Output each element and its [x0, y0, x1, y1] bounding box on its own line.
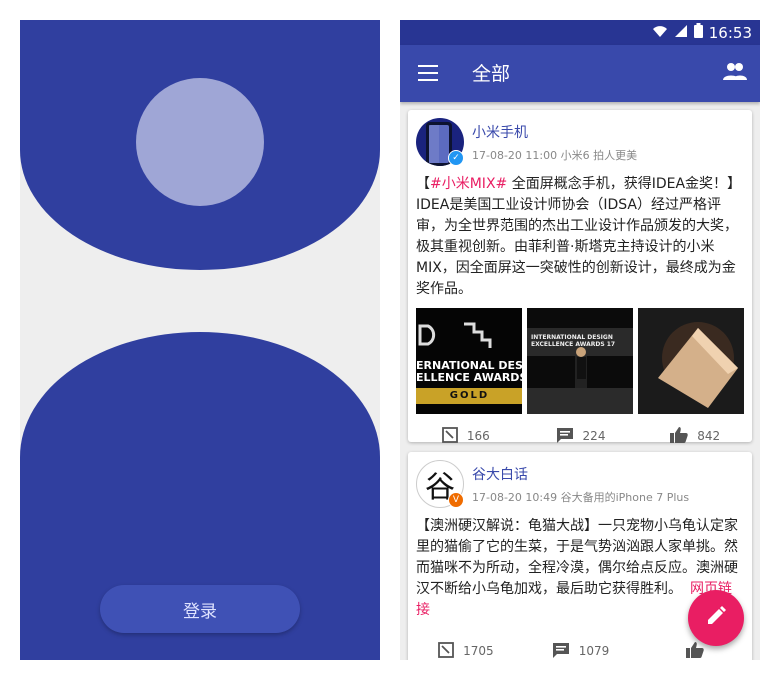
post-header: 谷 V 谷大白话 17-08-20 10:49 谷大备用的iPhone 7 Pl… [408, 452, 752, 516]
post-meta: 17-08-20 10:49 谷大备用的iPhone 7 Plus [472, 491, 690, 504]
login-button[interactable]: 登录 [100, 585, 300, 633]
comment-icon [551, 641, 571, 661]
image-caption-line: ELLENCE AWARDS [416, 371, 522, 384]
hashtag-link[interactable]: #小米MIX# [430, 176, 507, 192]
like-count: 842 [697, 429, 721, 443]
feed-screen: 16:53 全部 ✓ 小米手机 17-08-20 11:00 小米6 拍人更美 … [400, 20, 760, 660]
post-images: ERNATIONAL DES ELLENCE AWARDS GOLD INTER… [408, 300, 752, 414]
comment-count: 1079 [578, 644, 610, 658]
post-header: ✓ 小米手机 17-08-20 11:00 小米6 拍人更美 [408, 110, 752, 174]
repost-count: 166 [466, 429, 490, 443]
menu-icon[interactable] [418, 65, 438, 81]
verified-icon: V [448, 492, 464, 508]
wifi-icon [652, 24, 668, 42]
like-button[interactable]: 842 [637, 426, 752, 447]
compose-button[interactable] [688, 590, 744, 646]
comment-count: 224 [582, 429, 606, 443]
author-name[interactable]: 小米手机 [472, 122, 528, 142]
comment-button[interactable]: 224 [523, 426, 638, 447]
post-image[interactable]: INTERNATIONAL DESIGN EXCELLENCE AWARDS 1… [527, 308, 633, 414]
app-bar: 全部 [400, 45, 760, 102]
post-meta: 17-08-20 11:00 小米6 拍人更美 [472, 149, 638, 162]
comment-icon [555, 426, 575, 447]
repost-button[interactable]: 1705 [408, 641, 523, 661]
repost-count: 1705 [463, 644, 494, 658]
author-name[interactable]: 谷大白话 [472, 464, 528, 484]
people-icon[interactable] [722, 61, 748, 83]
post-image[interactable]: ERNATIONAL DES ELLENCE AWARDS GOLD [416, 308, 522, 414]
pencil-icon [705, 605, 727, 631]
image-caption-line: EXCELLENCE AWARDS 17 [531, 341, 616, 348]
gold-badge: GOLD [449, 390, 490, 401]
repost-icon [437, 641, 455, 661]
post-image[interactable] [638, 308, 744, 414]
post-text: 【#小米MIX# 全面屏概念手机，获得IDEA金奖！】IDEA是美国工业设计师协… [416, 176, 742, 297]
comment-button[interactable]: 1079 [523, 641, 638, 661]
repost-button[interactable]: 166 [408, 426, 523, 447]
login-screen: 登录 [20, 20, 380, 660]
thumbs-up-icon [669, 426, 689, 447]
signal-icon [674, 24, 688, 42]
image-caption-line: INTERNATIONAL DESIGN [531, 334, 613, 341]
thumbs-up-icon [685, 641, 705, 661]
like-button[interactable] [637, 641, 752, 661]
verified-icon: ✓ [448, 150, 464, 166]
page-title: 全部 [472, 63, 511, 85]
status-time: 16:53 [708, 23, 752, 42]
post-card[interactable]: ✓ 小米手机 17-08-20 11:00 小米6 拍人更美 【#小米MIX# … [408, 110, 752, 443]
avatar-placeholder [136, 78, 264, 206]
status-bar: 16:53 [400, 20, 760, 45]
repost-icon [441, 426, 459, 447]
battery-icon [693, 23, 703, 42]
